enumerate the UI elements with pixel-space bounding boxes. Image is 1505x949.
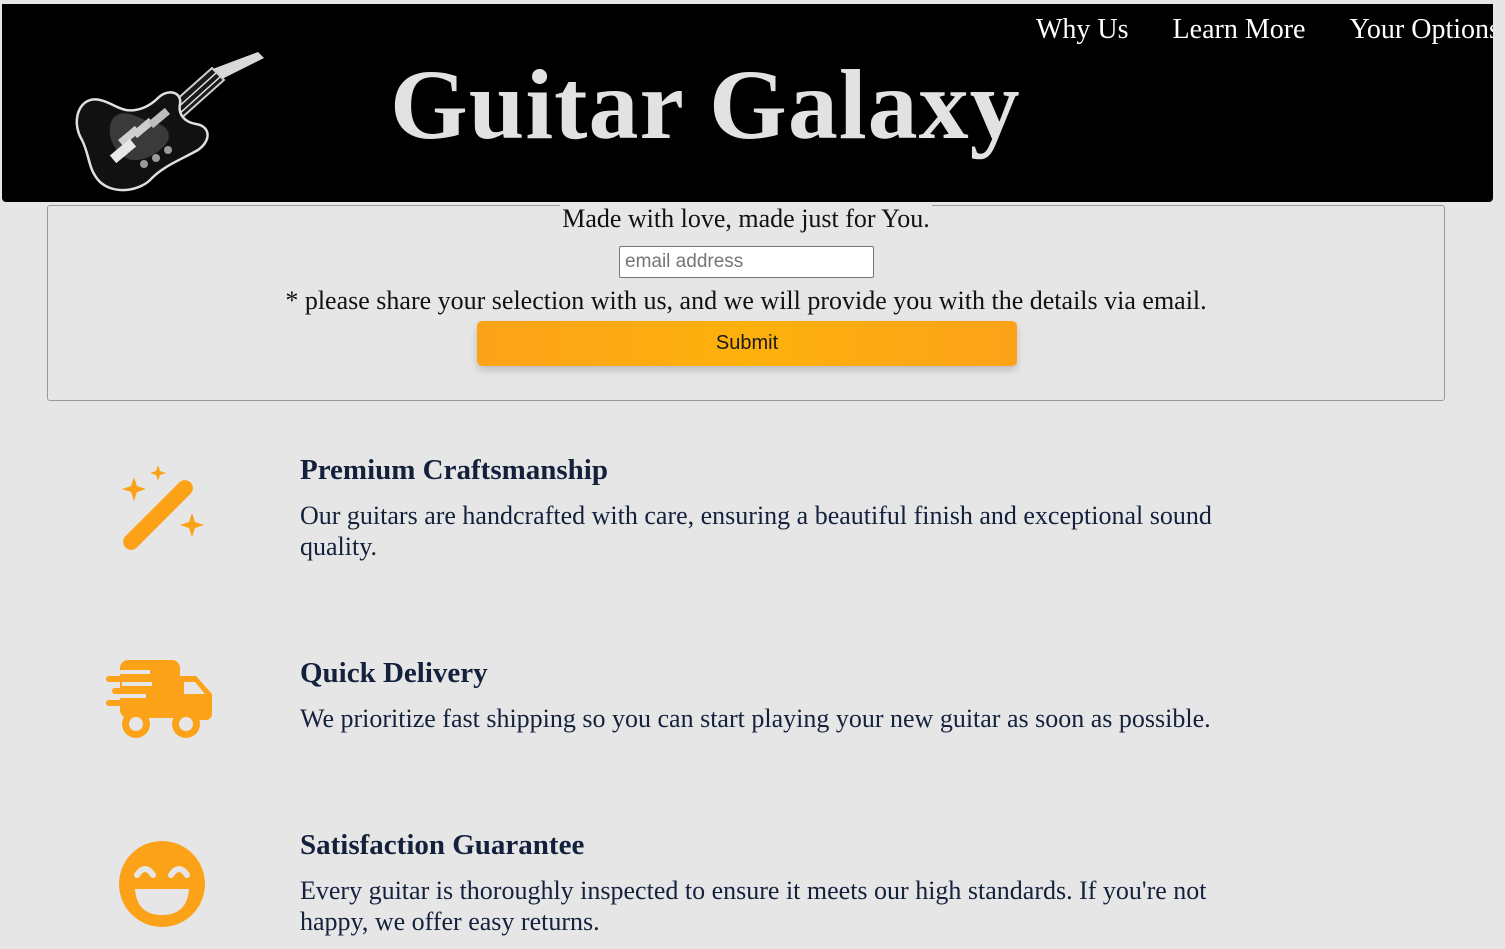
signup-legend-wrap: Made with love, made just for You. <box>48 204 1444 236</box>
magic-wand-icon <box>100 454 224 564</box>
smiley-face-icon <box>100 829 224 939</box>
site-header: Guitar Galaxy Why Us Learn More Your Opt… <box>2 4 1493 202</box>
nav-link-why-us[interactable]: Why Us <box>1014 10 1151 50</box>
signup-legend: Made with love, made just for You. <box>560 204 932 233</box>
nav-link-your-options[interactable]: Your Options <box>1327 10 1493 50</box>
feature-text: Our guitars are handcrafted with care, e… <box>300 501 1212 561</box>
site-title: Guitar Galaxy <box>390 49 1021 160</box>
signup-note: * please share your selection with us, a… <box>285 286 1207 315</box>
main-nav: Why Us Learn More Your Options <box>1014 10 1493 50</box>
feature-title: Satisfaction Guarantee <box>300 829 585 861</box>
feature-text: Every guitar is thoroughly inspected to … <box>300 876 1207 936</box>
guitar-logo[interactable] <box>60 40 280 200</box>
email-input[interactable] <box>619 246 874 278</box>
submit-button[interactable]: Submit <box>477 321 1017 366</box>
feature-title: Quick Delivery <box>300 657 488 689</box>
nav-link-learn-more[interactable]: Learn More <box>1151 10 1328 50</box>
feature-text: We prioritize fast shipping so you can s… <box>300 704 1211 733</box>
electric-guitar-icon <box>75 52 264 192</box>
delivery-truck-icon <box>100 643 224 753</box>
feature-title: Premium Craftsmanship <box>300 454 608 486</box>
signup-fieldset: Made with love, made just for You. * ple… <box>47 204 1445 401</box>
